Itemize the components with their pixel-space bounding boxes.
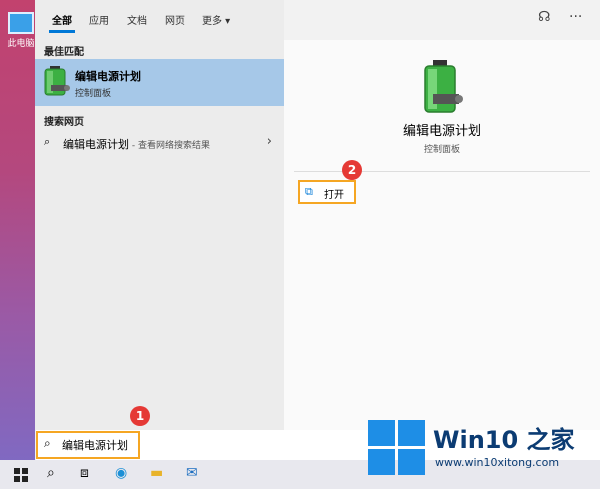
search-icon: ⌕ <box>44 436 51 450</box>
brand-url: www.win10xitong.com <box>435 456 560 469</box>
open-external-icon: ⧉ <box>305 185 313 198</box>
search-taskbar-icon[interactable]: ⌕ <box>47 465 55 481</box>
desktop-pc-icon[interactable]: 此电脑 <box>6 12 36 49</box>
best-match-subtitle: 控制面板 <box>75 89 112 99</box>
web-search-heading: 搜索网页 <box>44 117 84 128</box>
tab-documents[interactable]: 文档 <box>127 12 147 27</box>
windows-logo <box>368 420 426 476</box>
feedback-icon[interactable]: ☊ <box>538 9 550 25</box>
more-options-icon[interactable]: ··· <box>569 9 582 25</box>
active-tab-indicator <box>49 30 75 33</box>
detail-title: 编辑电源计划 <box>402 124 481 139</box>
best-match-title: 编辑电源计划 <box>75 70 141 83</box>
chevron-right-icon[interactable]: › <box>267 134 272 149</box>
brand-name: Win10 之家 <box>433 426 575 454</box>
filter-tabs: 全部 应用 文档 网页 更多 ▾ ☊ ··· <box>35 0 600 34</box>
detail-pane: 编辑电源计划 控制面板 ⧉ 打开 <box>284 40 600 430</box>
step-badge-1: 1 <box>130 406 150 426</box>
start-button-icon[interactable] <box>14 468 28 482</box>
file-explorer-icon[interactable]: ▬ <box>150 465 163 481</box>
web-search-result[interactable]: ⌕ 编辑电源计划 - 查看网络搜索结果 › <box>35 131 284 155</box>
open-label: 打开 <box>324 190 344 201</box>
search-icon: ⌕ <box>44 135 51 148</box>
divider <box>294 171 590 172</box>
detail-subtitle: 控制面板 <box>423 145 460 155</box>
start-search-panel: 全部 应用 文档 网页 更多 ▾ ☊ ··· 最佳匹配 编辑电源计划 控制面板 … <box>35 0 600 460</box>
best-match-result[interactable]: 编辑电源计划 控制面板 <box>35 59 284 106</box>
watermark-brand: Win10 之家 www.win10xitong.com <box>365 418 595 480</box>
edge-browser-icon[interactable]: ◉ <box>115 465 127 481</box>
task-view-icon[interactable]: ⧈ <box>80 465 89 481</box>
web-result-sub: - 查看网络搜索结果 <box>129 141 210 151</box>
battery-power-large-icon <box>424 60 463 113</box>
tab-more[interactable]: 更多 ▾ <box>202 12 230 27</box>
tab-all[interactable]: 全部 <box>52 12 72 27</box>
open-button[interactable]: ⧉ 打开 <box>298 180 356 204</box>
web-result-text: 编辑电源计划 <box>63 138 129 151</box>
battery-power-icon <box>44 66 70 96</box>
desktop-icon-label: 此电脑 <box>7 39 35 49</box>
step-badge-2: 2 <box>342 160 362 180</box>
mail-icon[interactable]: ✉ <box>186 465 198 481</box>
tab-web[interactable]: 网页 <box>165 12 185 27</box>
best-match-heading: 最佳匹配 <box>44 47 84 58</box>
search-input[interactable]: 编辑电源计划 <box>62 437 128 453</box>
computer-icon <box>8 12 34 34</box>
tab-apps[interactable]: 应用 <box>89 12 109 27</box>
web-result-label: 编辑电源计划 - 查看网络搜索结果 <box>63 136 210 152</box>
